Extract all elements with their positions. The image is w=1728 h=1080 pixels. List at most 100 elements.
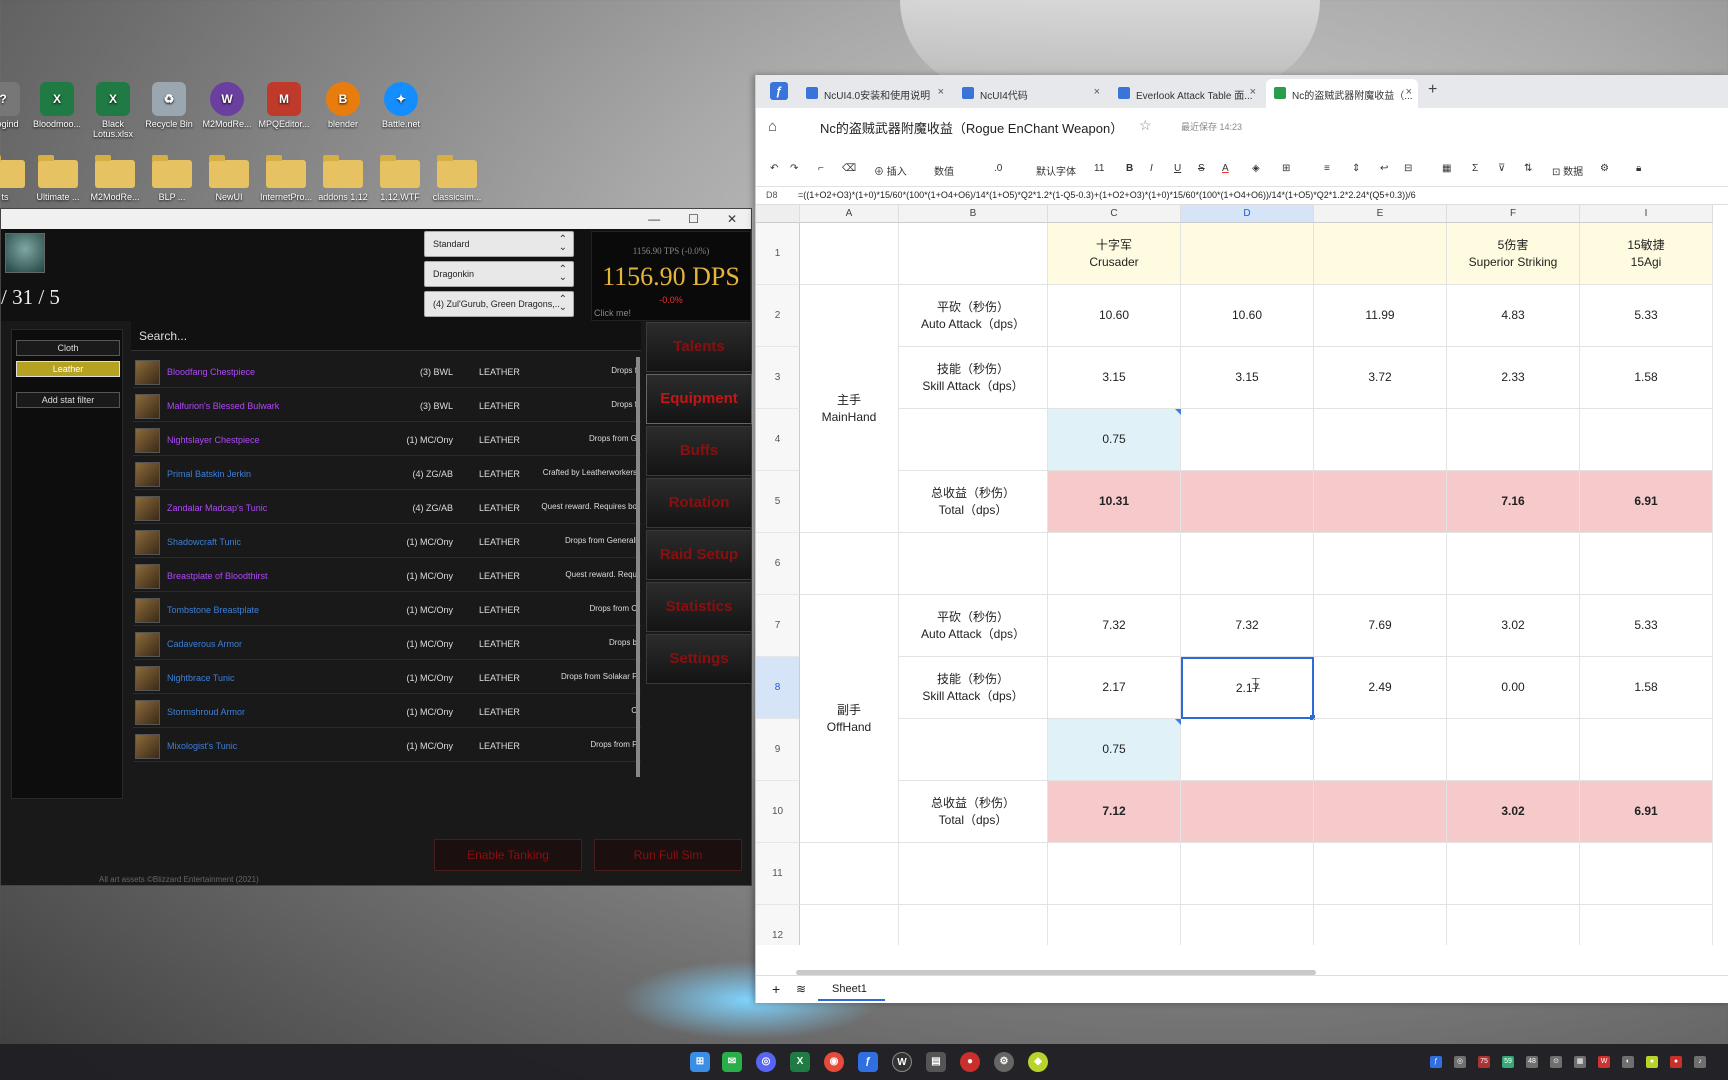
fill-color-icon[interactable]: ◈ (1252, 163, 1260, 174)
desktop-icon[interactable]: ?ullogind (0, 82, 30, 129)
item-row[interactable]: Zandalar Madcap's Tunic (4) ZG/AB LEATHER Q… (133, 493, 641, 524)
cell[interactable]: 3.72 (1314, 347, 1447, 409)
cell[interactable]: 2.33 (1447, 347, 1580, 409)
maximize-icon[interactable]: ☐ (688, 212, 699, 226)
cell[interactable]: 1.58 (1580, 657, 1713, 719)
item-search-input[interactable]: Search... (131, 321, 641, 351)
scrollbar[interactable] (636, 357, 640, 777)
cell[interactable] (1181, 781, 1314, 843)
column-header[interactable]: A (800, 205, 899, 223)
star-icon[interactable]: ☆ (1139, 117, 1152, 134)
cell[interactable]: 4.83 (1447, 285, 1580, 347)
app-icon[interactable]: ◆ (1028, 1052, 1048, 1072)
cell[interactable] (1314, 533, 1447, 595)
fight-type-select[interactable]: Standard ⌃ ⌄ (424, 231, 574, 257)
cell[interactable]: 7.12 (1048, 781, 1181, 843)
desktop-folder[interactable]: BLP ... (145, 155, 199, 202)
cell[interactable] (899, 533, 1048, 595)
cell-total-label[interactable]: 总收益（秒伤） Total（dps） (899, 471, 1048, 533)
cell[interactable] (899, 719, 1048, 781)
sheet-tab-sheet1[interactable]: Sheet1 (818, 979, 885, 1001)
cell[interactable] (1314, 843, 1447, 905)
close-tab-icon[interactable]: × (1406, 86, 1412, 98)
chrome-icon[interactable]: ◉ (824, 1052, 844, 1072)
desktop-icon[interactable]: X Black Lotus.xlsx (86, 82, 140, 139)
tray-temp-icon[interactable]: 75 (1478, 1056, 1490, 1068)
column-header[interactable]: B (899, 205, 1048, 223)
desktop-folder[interactable]: M2ModRe... (88, 155, 142, 202)
item-row[interactable]: Nightbrace Tunic (1) MC/Ony LEATHER Drops f… (133, 663, 641, 694)
desktop-icon[interactable]: M MPQEditor... (257, 82, 311, 129)
tab-ncui-code[interactable]: NcUI4代码 × (954, 79, 1106, 108)
cell[interactable] (899, 409, 1048, 471)
close-tab-icon[interactable]: × (938, 86, 944, 98)
cell[interactable]: 2.17 (1048, 657, 1181, 719)
cell[interactable]: 0.75 (1048, 719, 1181, 781)
sheet-list-icon[interactable]: ≋ (796, 982, 806, 996)
cell[interactable]: 0.00 (1447, 657, 1580, 719)
desktop-folder[interactable]: ts (0, 155, 32, 202)
merge-icon[interactable]: ⊟ (1404, 163, 1412, 174)
wow-icon[interactable]: W (892, 1052, 912, 1072)
nav-rotation[interactable]: Rotation (646, 478, 752, 528)
cell-selected-d8[interactable]: 2.17 (1181, 657, 1314, 719)
character-portrait[interactable] (5, 233, 45, 273)
valign-icon[interactable]: ⇕ (1352, 163, 1360, 174)
desktop-folder[interactable]: classicsim... (430, 155, 484, 202)
cell-auto-attack-label[interactable]: 平砍（秒伤） Auto Attack（dps） (899, 285, 1048, 347)
cell[interactable] (1447, 409, 1580, 471)
tray-volume-icon[interactable]: ♪ (1694, 1056, 1706, 1068)
app-logo-icon[interactable]: ƒ (770, 82, 788, 100)
wechat-icon[interactable]: ✉ (722, 1052, 742, 1072)
clear-format-icon[interactable]: ⌫ (842, 163, 856, 174)
tray-green-icon[interactable]: ● (1646, 1056, 1658, 1068)
add-sheet-icon[interactable]: + (772, 981, 780, 997)
home-icon[interactable]: ⌂ (768, 118, 777, 135)
tray-app-icon[interactable]: ▦ (1574, 1056, 1586, 1068)
add-stat-filter-button[interactable]: Add stat filter (16, 392, 120, 408)
discord-icon[interactable]: ◎ (756, 1052, 776, 1072)
item-row[interactable]: Stormshroud Armor (1) MC/Ony LEATHER C (133, 697, 641, 728)
microphone-icon[interactable]: ● (960, 1052, 980, 1072)
tray-battle-icon[interactable]: ◐ (1622, 1056, 1634, 1068)
item-row[interactable]: Malfurion's Blessed Bulwark (3) BWL LEATHE… (133, 391, 641, 422)
close-tab-icon[interactable]: × (1250, 86, 1256, 98)
cell[interactable] (1181, 905, 1314, 945)
cell[interactable]: 5.33 (1580, 285, 1713, 347)
cell[interactable] (1181, 843, 1314, 905)
undo-icon[interactable]: ↶ (770, 163, 778, 174)
cell[interactable] (1181, 471, 1314, 533)
cell[interactable]: 6.91 (1580, 781, 1713, 843)
cell[interactable] (1048, 533, 1181, 595)
insert-button[interactable]: ⊕ 插入 (874, 163, 907, 178)
cell[interactable] (1314, 409, 1447, 471)
enable-tanking-button[interactable]: Enable Tanking (434, 839, 582, 871)
excel-icon[interactable]: X (790, 1052, 810, 1072)
column-header[interactable]: C (1048, 205, 1181, 223)
nav-buffs[interactable]: Buffs (646, 426, 752, 476)
tab-rogue-enchant[interactable]: Nc的盗贼武器附魔收益（... × (1266, 79, 1418, 108)
desktop-icon[interactable]: ✦ Battle.net (374, 82, 428, 129)
row-header[interactable]: 11 (756, 843, 800, 905)
cell[interactable] (1580, 409, 1713, 471)
desktop-folder[interactable]: InternetPro... (259, 155, 313, 202)
cell[interactable] (1580, 533, 1713, 595)
nav-equipment[interactable]: Equipment (646, 374, 752, 424)
desktop-folder[interactable]: NewUI (202, 155, 256, 202)
cell-auto-attack-label[interactable]: 平砍（秒伤） Auto Attack（dps） (899, 595, 1048, 657)
new-tab-icon[interactable]: + (1428, 81, 1437, 99)
item-row[interactable]: Mixologist's Tunic (1) MC/Ony LEATHER Drops… (133, 731, 641, 762)
cell[interactable]: 1.58 (1580, 347, 1713, 409)
italic-icon[interactable]: I (1150, 163, 1153, 174)
cell-skill-attack-label[interactable]: 技能（秒伤） Skill Attack（dps） (899, 347, 1048, 409)
filter-icon[interactable]: ⊽ (1498, 163, 1505, 174)
cell[interactable]: 7.32 (1048, 595, 1181, 657)
formula-bar[interactable]: D8 =((1+O2+O3)*(1+0)*15/60*(100*(1+O4+O6… (756, 187, 1728, 205)
desktop-icon[interactable]: ♻ Recycle Bin (142, 82, 196, 129)
cell-skill-attack-label[interactable]: 技能（秒伤） Skill Attack（dps） (899, 657, 1048, 719)
font-size-select[interactable]: 11 (1094, 163, 1104, 174)
target-type-select[interactable]: Dragonkin ⌃ ⌄ (424, 261, 574, 287)
row-header[interactable]: 8 (756, 657, 800, 719)
cell[interactable] (1314, 905, 1447, 945)
cell[interactable] (899, 223, 1048, 285)
